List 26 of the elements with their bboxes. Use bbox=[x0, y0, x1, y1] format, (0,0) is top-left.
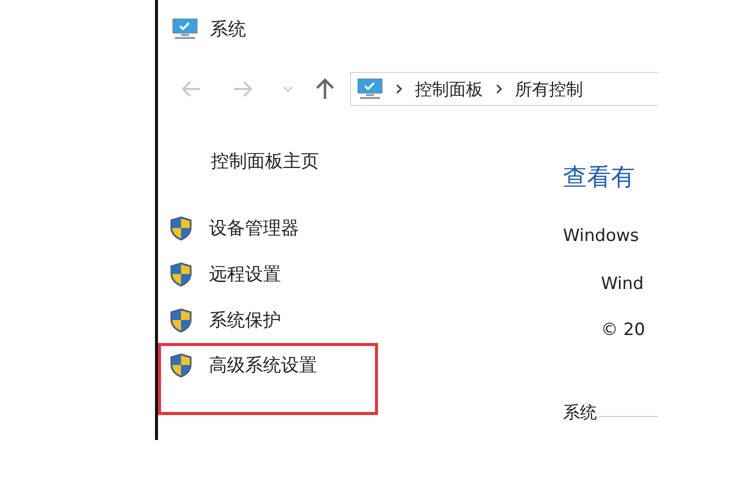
shield-icon bbox=[170, 216, 192, 240]
section-label: 系统 bbox=[563, 402, 597, 425]
page-heading: 查看有 bbox=[563, 162, 636, 193]
right-arrow-icon bbox=[232, 80, 254, 98]
section-label: Windows bbox=[563, 225, 640, 248]
chevron-right-icon bbox=[395, 83, 403, 95]
chevron-right-icon bbox=[495, 83, 503, 95]
address-bar[interactable]: 控制面板 所有控制 bbox=[350, 72, 658, 106]
chevron-down-icon bbox=[283, 85, 293, 93]
sidebar-link[interactable]: 设备管理器 bbox=[209, 216, 299, 240]
shield-icon bbox=[170, 262, 192, 286]
monitor-icon bbox=[172, 18, 198, 40]
copyright-text: © 20 bbox=[600, 319, 646, 342]
breadcrumb-item[interactable]: 控制面板 bbox=[415, 78, 483, 100]
window-title: 系统 bbox=[210, 18, 246, 41]
sidebar-link[interactable]: 远程设置 bbox=[209, 262, 281, 286]
home-link[interactable]: 控制面板主页 bbox=[158, 146, 378, 178]
edition-text: Wind bbox=[600, 273, 645, 296]
left-arrow-icon bbox=[180, 80, 202, 98]
monitor-icon bbox=[357, 78, 383, 100]
breadcrumb-item[interactable]: 所有控制 bbox=[515, 78, 583, 100]
sidebar-link[interactable]: 高级系统设置 bbox=[209, 353, 317, 377]
sidebar-link[interactable]: 系统保护 bbox=[209, 308, 281, 332]
shield-icon bbox=[170, 308, 192, 332]
shield-icon bbox=[170, 353, 192, 378]
up-arrow-icon bbox=[315, 78, 335, 100]
